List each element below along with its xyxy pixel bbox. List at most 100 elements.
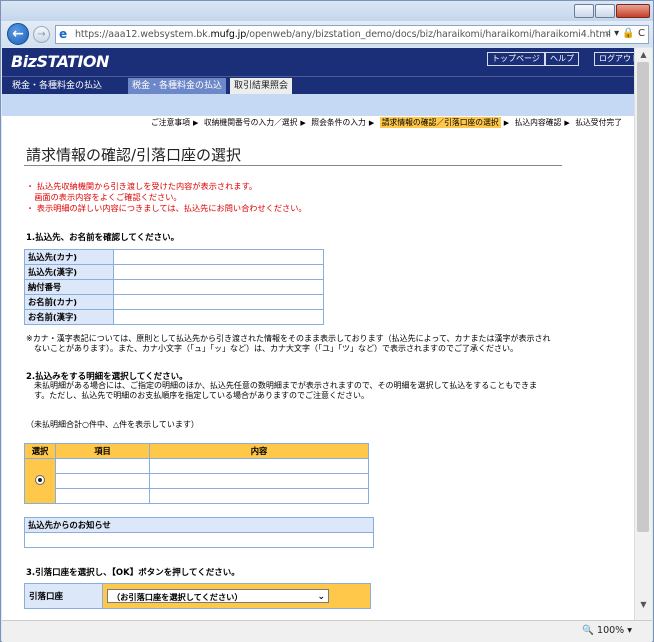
step-arrow-icon: ▶ — [368, 119, 375, 127]
title-divider — [24, 165, 562, 166]
table-row: お名前(漢字) — [24, 309, 324, 325]
tab-transaction-inquiry[interactable]: 取引結果照会 — [230, 78, 293, 94]
zoom-value: 100% — [597, 625, 625, 636]
maximize-button[interactable] — [595, 4, 615, 18]
zoom-level[interactable]: 🔍 100% ▾ — [582, 625, 632, 636]
table-row: 払込先(漢字) — [24, 264, 324, 280]
notice-content — [24, 532, 374, 548]
payee-info-table: 払込先(カナ) 払込先(漢字) 納付番号 お名前(カナ) お名前(漢字) — [24, 249, 324, 325]
address-bar[interactable]: e https://aaa12.websystem.bk.mufg.jp/ope… — [55, 25, 649, 44]
table-row: 払込先からのお知らせ — [24, 517, 374, 533]
section-2-note-line: す。ただし、払込先で明細のお支払順序を指定している場合がありますのでご注意くださ… — [26, 391, 369, 400]
section-3-heading: 3.引落口座を選択し、【OK】ボタンを押してください。 — [26, 568, 240, 578]
notice-label: 払込先からのお知らせ — [24, 517, 374, 533]
scroll-down-icon[interactable]: ▼ — [638, 600, 649, 610]
bill-radio-button[interactable] — [35, 475, 45, 485]
step-indicator: ご注意事項 ▶ 収納機関番号の入力／選択 ▶ 照会条件の入力 ▶ 請求情報の確認／引落… — [2, 116, 634, 130]
content-cell — [149, 458, 369, 474]
select-cell — [24, 458, 56, 504]
section-1-heading: 1.払込先、お名前を確認してください。 — [26, 233, 180, 243]
field-label: お名前(カナ) — [24, 294, 114, 310]
table-row — [25, 488, 369, 504]
unpaid-count-note: （未払明細合計○件中、△件を表示しています） — [26, 420, 199, 429]
scroll-up-icon[interactable]: ▲ — [638, 50, 649, 60]
table-header-row: 選択 項目 内容 — [24, 443, 369, 459]
step-6: 払込受付完了 — [575, 118, 622, 127]
item-cell — [55, 458, 150, 474]
table-row: お名前(カナ) — [24, 294, 324, 310]
notice-line: 画面の表示内容をよくご確認ください。 — [26, 192, 182, 202]
step-5: 払込内容確認 — [514, 118, 562, 127]
field-label: 払込先(カナ) — [24, 249, 114, 265]
step-3: 照会条件の入力 — [311, 118, 366, 127]
content-cell — [149, 473, 369, 489]
close-button[interactable] — [616, 4, 650, 18]
minimize-button[interactable] — [574, 4, 594, 18]
forward-arrow-icon[interactable]: → — [33, 26, 50, 43]
bizstation-logo: BizSTATION — [11, 52, 109, 71]
kana-note-line: ないことがあります）。また、カナ小文字（「ュ」「ッ」など）は、カナ大文字（「ユ」… — [26, 344, 518, 353]
help-link[interactable]: ヘルプ — [545, 52, 579, 66]
chevron-down-icon: ⌄ — [317, 592, 325, 602]
title-bar — [1, 1, 653, 21]
bill-detail-table: 選択 項目 内容 — [24, 443, 369, 504]
address-tools[interactable]: ⌕ ▾ 🔒 C — [605, 28, 645, 39]
table-row: 納付番号 — [24, 279, 324, 295]
debit-account-table: 引落口座 （お引落口座を選択してください） ⌄ — [24, 583, 371, 609]
field-label: お名前(漢字) — [24, 309, 114, 325]
notice-line: ・ 表示明細の詳しい内容につきましては、払込先にお問い合わせください。 — [26, 203, 307, 213]
logout-link[interactable]: ログアウト — [594, 52, 634, 66]
tab-bar: 税金・各種料金の払込 税金・各種料金の払込 取引結果照会 — [2, 76, 634, 95]
back-arrow-icon[interactable]: ← — [7, 23, 29, 45]
step-4-current: 請求情報の確認／引落口座の選択 — [379, 117, 501, 128]
field-label: 払込先(漢字) — [24, 264, 114, 280]
table-row: 払込先(カナ) — [24, 249, 324, 265]
step-arrow-icon: ▶ — [564, 119, 570, 127]
field-value — [113, 309, 324, 325]
tab-tax-payment-title[interactable]: 税金・各種料金の払込 — [8, 78, 106, 94]
col-select-header: 選択 — [24, 443, 56, 459]
table-row: 引落口座 （お引落口座を選択してください） ⌄ — [24, 583, 371, 609]
table-row — [24, 458, 369, 504]
page-title: 請求情報の確認/引落口座の選択 — [26, 146, 242, 164]
field-label: 納付番号 — [24, 279, 114, 295]
item-cell — [55, 488, 150, 504]
item-cell — [55, 473, 150, 489]
step-arrow-icon: ▶ — [300, 119, 306, 127]
payee-notice-table: 払込先からのお知らせ — [24, 517, 374, 548]
step-arrow-icon: ▶ — [503, 119, 510, 127]
select-value: （お引落口座を選択してください） — [112, 592, 243, 602]
field-value — [113, 249, 324, 265]
field-value — [113, 264, 324, 280]
tab-tax-payment[interactable]: 税金・各種料金の払込 — [128, 78, 227, 94]
site-header: BizSTATION トップページ ヘルプ ログアウト — [2, 48, 634, 76]
vertical-scrollbar[interactable]: ▲ ▼ — [634, 48, 652, 620]
notice-line: ・ 払込先収納機関から引き渡しを受けた内容が表示されます。 — [26, 181, 258, 191]
status-bar: 🔍 100% ▾ — [2, 620, 652, 642]
browser-window: ← → e https://aaa12.websystem.bk.mufg.jp… — [0, 0, 654, 642]
step-arrow-icon: ▶ — [192, 119, 199, 127]
page-viewport: BizSTATION トップページ ヘルプ ログアウト 税金・各種料金の払込 税… — [2, 48, 634, 620]
kana-note-line: ※カナ・漢字表記については、原則として払込先から引き渡された情報をそのまま表示し… — [26, 334, 551, 343]
url-text: https://aaa12.websystem.bk.mufg.jp/openw… — [75, 29, 611, 40]
scroll-thumb[interactable] — [637, 62, 649, 532]
kana-note: ※カナ・漢字表記については、原則として払込先から引き渡された情報をそのまま表示し… — [26, 334, 551, 354]
field-value — [113, 294, 324, 310]
notice-list: ・ 払込先収納機関から引き渡しを受けた内容が表示されます。 画面の表示内容をよく… — [26, 181, 307, 214]
section-2-note-line: 未払明細がある場合には、ご指定の明細のほか、払込先任意の数明細までが表示されます… — [26, 381, 537, 390]
content-cell — [149, 488, 369, 504]
step-1: ご注意事項 — [150, 118, 190, 127]
step-2: 収納機関番号の入力／選択 — [203, 118, 298, 127]
account-select-cell: （お引落口座を選択してください） ⌄ — [102, 583, 371, 609]
sub-band — [2, 94, 634, 116]
table-row — [25, 473, 369, 489]
col-item-header: 項目 — [55, 443, 150, 459]
section-2-note: 未払明細がある場合には、ご指定の明細のほか、払込先任意の数明細までが表示されます… — [26, 381, 537, 401]
col-content-header: 内容 — [149, 443, 369, 459]
ie-icon: e — [59, 27, 68, 41]
table-row — [24, 532, 374, 548]
account-label: 引落口座 — [24, 583, 103, 609]
field-value — [113, 279, 324, 295]
toppage-link[interactable]: トップページ — [487, 52, 545, 66]
debit-account-select[interactable]: （お引落口座を選択してください） ⌄ — [107, 589, 329, 603]
